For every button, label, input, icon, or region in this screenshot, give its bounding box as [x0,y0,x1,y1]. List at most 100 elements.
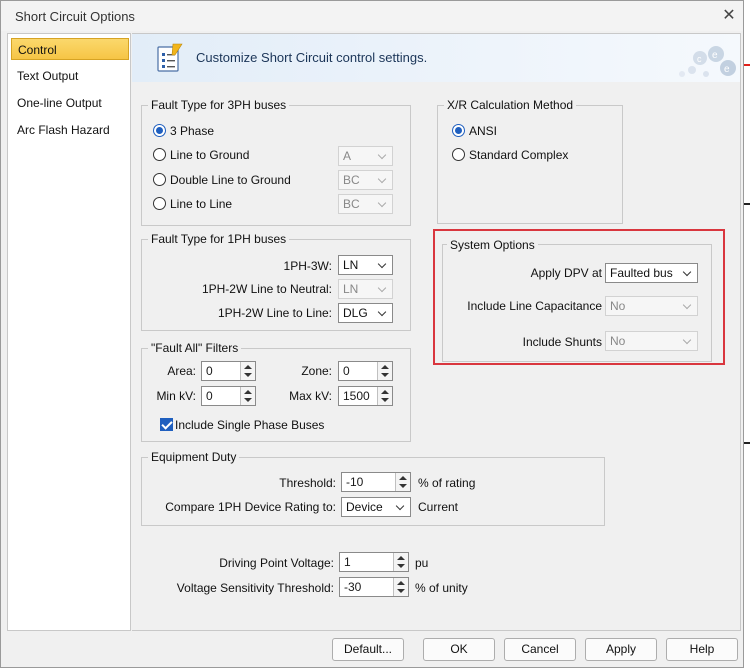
select-value: LN [343,258,359,272]
chevron-down-icon [377,280,389,298]
include-single-phase-checkbox[interactable] [160,418,173,431]
min-kv-label: Min kV: [156,389,196,403]
chevron-down-icon [377,195,389,213]
area-value: 0 [206,364,213,378]
zone-value: 0 [343,364,350,378]
radio-double-line-to-ground[interactable] [153,173,166,186]
threshold-stepper[interactable]: -10 [341,472,411,492]
min-kv-stepper[interactable]: 0 [201,386,256,406]
radio-3-phase-label: 3 Phase [170,124,215,138]
vst-value: -30 [344,580,362,594]
stepper-arrows[interactable] [393,553,408,571]
stepper-arrows[interactable] [377,362,392,380]
max-kv-value: 1500 [343,389,370,403]
sidebar-item-arc-flash-hazard[interactable]: Arc Flash Hazard [11,119,129,141]
xr-calculation-group [437,105,623,224]
sidebar-item-label: Control [18,43,57,57]
sidebar-item-text-output[interactable]: Text Output [11,65,129,87]
ece-logo-icon: e c e [679,46,736,77]
chevron-down-icon [377,304,389,322]
default-button[interactable]: Default... [332,638,404,661]
compare-1ph-unit: Current [418,500,459,514]
radio-ansi-label: ANSI [469,124,498,138]
stepper-arrows[interactable] [377,387,392,405]
driving-point-voltage-label: Driving Point Voltage: [219,556,334,570]
radio-double-line-to-ground-label: Double Line to Ground [170,173,291,187]
ok-button[interactable]: OK [423,638,495,661]
svg-text:e: e [724,64,730,75]
header-banner: Customize Short Circuit control settings… [132,34,740,82]
settings-document-icon [157,43,183,72]
include-single-phase-label: Include Single Phase Buses [175,418,325,432]
banner-text: Customize Short Circuit control settings… [196,50,428,65]
svg-text:e: e [712,50,718,61]
cancel-button[interactable]: Cancel [504,638,576,661]
select-value: LN [343,282,359,296]
background-window [744,0,750,670]
voltage-sensitivity-label: Voltage Sensitivity Threshold: [176,581,334,595]
highlight-box [433,229,725,365]
close-icon[interactable]: ✕ [717,5,741,27]
select-value: Device [346,500,383,514]
stepper-arrows[interactable] [240,387,255,405]
max-kv-label: Max kV: [289,389,332,403]
stepper-arrows[interactable] [393,578,408,596]
select-value: DLG [343,306,368,320]
1ph-2w-ll-label: 1PH-2W Line to Line: [217,306,332,320]
sidebar-item-label: Text Output [17,69,79,83]
area-label: Area: [167,364,196,378]
chevron-down-icon [377,256,389,274]
radio-ansi[interactable] [452,124,465,137]
window-title: Short Circuit Options [15,9,135,24]
driving-point-voltage-stepper[interactable]: 1 [339,552,409,572]
threshold-label: Threshold: [279,476,336,490]
fault-type-1ph-title: Fault Type for 1PH buses [148,232,290,246]
radio-standard-complex-label: Standard Complex [469,148,569,162]
1ph-2w-ln-label: 1PH-2W Line to Neutral: [201,282,332,296]
sidebar-item-one-line-output[interactable]: One-line Output [11,92,129,114]
stepper-arrows[interactable] [240,362,255,380]
zone-label: Zone: [301,364,332,378]
chevron-down-icon [377,171,389,189]
xr-calculation-title: X/R Calculation Method [444,98,577,112]
min-kv-value: 0 [206,389,213,403]
equipment-duty-title: Equipment Duty [148,450,240,464]
chevron-down-icon [377,147,389,165]
dpv-value: 1 [344,555,351,569]
compare-1ph-label: Compare 1PH Device Rating to: [165,500,336,514]
vst-unit: % of unity [415,581,468,595]
apply-button[interactable]: Apply [585,638,657,661]
max-kv-stepper[interactable]: 1500 [338,386,393,406]
ltl-phase-select[interactable]: BC [338,194,393,214]
compare-1ph-select[interactable]: Device [341,497,411,517]
sidebar-item-label: One-line Output [17,96,102,110]
radio-line-to-ground[interactable] [153,148,166,161]
select-value: A [343,149,352,163]
fault-type-3ph-title: Fault Type for 3PH buses [148,98,290,112]
sidebar-item-control[interactable]: Control [11,38,129,60]
svg-text:c: c [697,54,702,64]
zone-stepper[interactable]: 0 [338,361,393,381]
area-stepper[interactable]: 0 [201,361,256,381]
fault-all-filters-title: "Fault All" Filters [148,341,242,355]
radio-line-to-line-label: Line to Line [170,197,233,211]
threshold-value: -10 [346,475,364,489]
radio-3-phase[interactable] [153,124,166,137]
voltage-sensitivity-stepper[interactable]: -30 [339,577,409,597]
stepper-arrows[interactable] [395,473,410,491]
sidebar-item-label: Arc Flash Hazard [17,123,110,137]
ltg-phase-select[interactable]: A [338,146,393,166]
1ph-2w-ll-select[interactable]: DLG [338,303,393,323]
dltg-phase-select[interactable]: BC [338,170,393,190]
select-value: BC [343,173,360,187]
title-bar: Short Circuit Options ✕ [1,1,743,31]
threshold-unit: % of rating [418,476,476,490]
1ph-2w-ln-select[interactable]: LN [338,279,393,299]
1ph-3w-select[interactable]: LN [338,255,393,275]
help-button[interactable]: Help [666,638,738,661]
select-value: BC [343,197,360,211]
radio-line-to-line[interactable] [153,197,166,210]
radio-standard-complex[interactable] [452,148,465,161]
1ph-3w-label: 1PH-3W: [283,259,332,273]
radio-line-to-ground-label: Line to Ground [170,148,250,162]
